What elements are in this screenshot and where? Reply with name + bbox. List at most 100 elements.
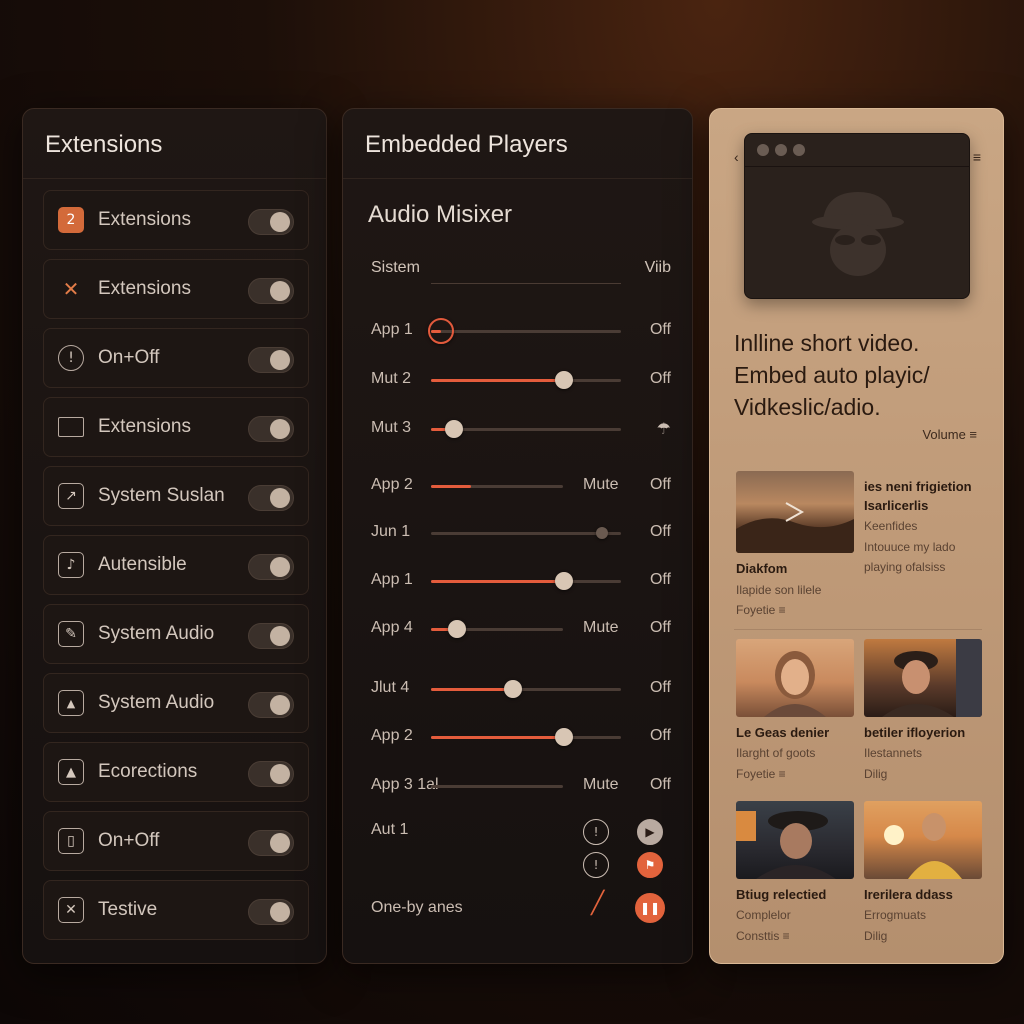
extension-toggle[interactable] — [248, 278, 294, 304]
incognito-icon — [812, 192, 904, 276]
video-thumbnail[interactable] — [864, 639, 982, 717]
volume-slider-knob[interactable] — [555, 728, 573, 746]
off-label[interactable]: Off — [650, 370, 671, 388]
volume-slider-knob[interactable] — [555, 572, 573, 590]
mute-label[interactable]: Mute — [583, 776, 619, 794]
volume-slider[interactable] — [431, 572, 621, 590]
extension-label: Ecorections — [98, 761, 198, 782]
volume-slider[interactable] — [431, 680, 621, 698]
extension-row[interactable]: ✎ System Audio — [43, 604, 309, 664]
video-thumbnail[interactable] — [736, 471, 854, 553]
extension-row[interactable]: ▲ System Audio — [43, 673, 309, 733]
mute-label[interactable]: Mute — [583, 619, 619, 637]
extension-row[interactable]: ↗ System Suslan — [43, 466, 309, 526]
extension-toggle[interactable] — [248, 416, 294, 442]
volume-slider[interactable] — [431, 527, 621, 539]
mute-label[interactable]: Mute — [583, 476, 619, 494]
media-caption: Inlline short video. Embed auto playic/ … — [734, 330, 930, 420]
extension-toggle[interactable] — [248, 347, 294, 373]
off-label[interactable]: Off — [650, 571, 671, 589]
video-thumbnail[interactable] — [736, 639, 854, 717]
mixer-row-label: App 1 — [371, 321, 413, 338]
volume-slider-knob[interactable] — [504, 680, 522, 698]
window-dot[interactable] — [793, 144, 805, 156]
video-thumbnail[interactable] — [864, 801, 982, 879]
volume-slider-fill — [431, 580, 564, 583]
video-thumbnail[interactable] — [736, 801, 854, 879]
off-label[interactable]: Off — [650, 679, 671, 697]
off-label[interactable]: Off — [650, 476, 671, 494]
extension-toggle[interactable] — [248, 209, 294, 235]
extension-label: Testive — [98, 899, 158, 920]
volume-slider-knob[interactable] — [448, 620, 466, 638]
extension-toggle[interactable] — [248, 623, 294, 649]
person-portrait — [736, 811, 836, 879]
mixer-row-label: Jun 1 — [371, 523, 411, 540]
card-title[interactable]: Le Geas denier — [736, 725, 829, 740]
puzzle-icon: 2 — [58, 207, 84, 233]
card-title[interactable]: betiler ifloyerion — [864, 725, 965, 740]
extension-row[interactable]: Extensions — [43, 397, 309, 457]
volume-slider[interactable] — [431, 371, 621, 389]
info-icon[interactable]: ! — [583, 852, 609, 878]
menu-icon[interactable]: ≡ — [973, 149, 981, 165]
extension-toggle[interactable] — [248, 830, 294, 856]
extension-row[interactable]: ♪ Autensible — [43, 535, 309, 595]
off-label[interactable]: Off — [650, 776, 671, 794]
extension-row[interactable]: 2 Extensions — [43, 190, 309, 250]
side-card-title[interactable]: ies neni frigietion Isarlicerlis — [864, 477, 989, 515]
mixer-row: Jun 1 Off — [371, 521, 671, 545]
extension-row[interactable]: ▯ On+Off — [43, 811, 309, 871]
player-titlebar-line — [745, 166, 969, 167]
play-icon[interactable]: ▶ — [637, 819, 663, 845]
extension-label: Extensions — [98, 416, 191, 437]
side-card-line: Intouuce my lado — [864, 540, 956, 554]
volume-slider[interactable] — [431, 785, 563, 788]
info-icon[interactable]: ! — [583, 819, 609, 845]
volume-slider-knob[interactable] — [555, 371, 573, 389]
extension-row[interactable]: ✕ Testive — [43, 880, 309, 940]
extension-toggle[interactable] — [248, 899, 294, 925]
off-label[interactable]: Off — [650, 523, 671, 541]
mixer-row-label: App 2 — [371, 727, 413, 744]
extensions-title: Extensions — [23, 109, 326, 179]
extension-toggle[interactable] — [248, 692, 294, 718]
volume-slider[interactable] — [428, 318, 621, 344]
volume-label[interactable]: Volume ≡ — [922, 427, 977, 442]
extension-toggle[interactable] — [248, 761, 294, 787]
card-title[interactable]: Irerilera ddass — [864, 887, 953, 902]
window-icon — [58, 417, 84, 437]
off-label[interactable]: Off — [650, 321, 671, 339]
video-player[interactable] — [744, 133, 970, 299]
volume-slider-knob[interactable] — [428, 318, 454, 344]
flag-icon[interactable]: ⚑ — [637, 852, 663, 878]
extension-label: On+Off — [98, 830, 160, 851]
volume-slider-knob[interactable] — [596, 527, 608, 539]
card-title[interactable]: Diakfom — [736, 561, 787, 576]
mixer-header-right: Viib — [644, 259, 671, 276]
extension-row[interactable]: ✕ Extensions — [43, 259, 309, 319]
extension-row[interactable]: ! On+Off — [43, 328, 309, 388]
extension-toggle[interactable] — [248, 485, 294, 511]
volume-slider[interactable] — [431, 728, 621, 746]
volume-slider[interactable] — [431, 485, 563, 488]
window-dot[interactable] — [757, 144, 769, 156]
extension-toggle[interactable] — [248, 554, 294, 580]
pause-icon[interactable]: ❚❚ — [635, 893, 665, 923]
volume-slider-knob[interactable] — [445, 420, 463, 438]
off-label[interactable]: Off — [650, 619, 671, 637]
off-label[interactable]: Off — [650, 727, 671, 745]
extension-row[interactable]: ▲ Ecorections — [43, 742, 309, 802]
close-icon: ✕ — [58, 897, 84, 923]
volume-slider[interactable] — [431, 420, 621, 438]
window-dot[interactable] — [775, 144, 787, 156]
pen-icon[interactable]: ╱ — [591, 891, 604, 916]
volume-slider[interactable] — [431, 620, 563, 638]
extension-label: On+Off — [98, 347, 160, 368]
card-title[interactable]: Btiug relectied — [736, 887, 826, 902]
back-icon[interactable]: ‹ — [734, 149, 739, 165]
battery-icon: ▯ — [58, 828, 84, 854]
cloud-icon[interactable]: ☂ — [657, 419, 671, 438]
extension-label: Extensions — [98, 278, 191, 299]
extension-label: System Suslan — [98, 485, 225, 506]
